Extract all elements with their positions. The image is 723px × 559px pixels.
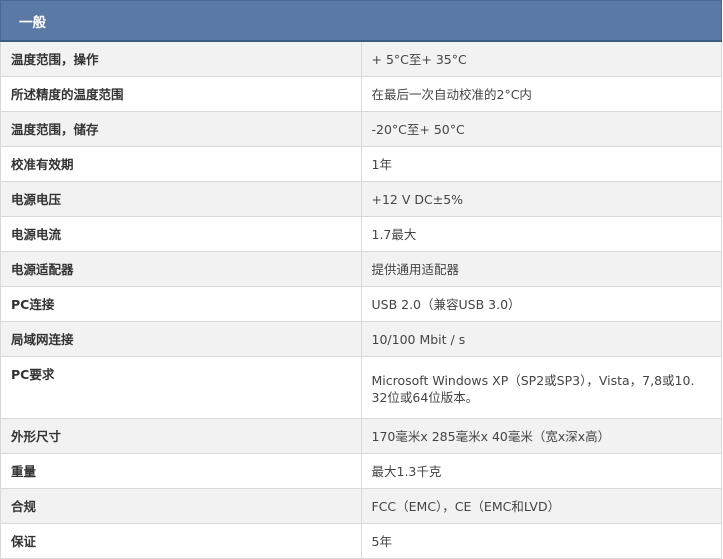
spec-row-storage-temp: 温度范围，储存 -20°C至+ 50°C [0, 111, 722, 147]
spec-value: USB 2.0（兼容USB 3.0） [360, 286, 722, 322]
spec-row-pc-connection: PC连接 USB 2.0（兼容USB 3.0） [0, 286, 722, 322]
spec-label: PC连接 [0, 286, 362, 322]
spec-value-line: Microsoft Windows XP（SP2或SP3），Vista，7,8或… [371, 372, 695, 388]
spec-row-lan-connection: 局域网连接 10/100 Mbit / s [0, 321, 722, 357]
spec-row-operating-temp: 温度范围，操作 + 5°C至+ 35°C [0, 40, 722, 77]
spec-label: 电源适配器 [0, 251, 362, 287]
spec-value: + 5°C至+ 35°C [360, 40, 722, 77]
spec-label: 电源电流 [0, 216, 362, 252]
spec-label: 温度范围，操作 [0, 40, 362, 77]
spec-row-compliance: 合规 FCC（EMC），CE（EMC和LVD） [0, 488, 722, 524]
spec-value: 1年 [360, 146, 722, 182]
section-title: 一般 [0, 0, 722, 42]
spec-label: 合规 [0, 488, 362, 524]
spec-table: 一般 温度范围，操作 + 5°C至+ 35°C 所述精度的温度范围 在最后一次自… [0, 0, 722, 559]
spec-value: 最大1.3千克 [360, 453, 722, 489]
spec-row-dimensions: 外形尺寸 170毫米x 285毫米x 40毫米（宽x深x高） [0, 418, 722, 454]
spec-row-power-adapter: 电源适配器 提供通用适配器 [0, 251, 722, 287]
spec-label: 校准有效期 [0, 146, 362, 182]
spec-value: 提供通用适配器 [360, 251, 722, 287]
spec-value-line: 32位或64位版本。 [371, 389, 479, 405]
spec-label: 电源电压 [0, 181, 362, 217]
spec-label: 局域网连接 [0, 321, 362, 357]
spec-row-supply-current: 电源电流 1.7最大 [0, 216, 722, 252]
spec-value: Microsoft Windows XP（SP2或SP3），Vista，7,8或… [360, 356, 722, 419]
spec-row-accuracy-temp: 所述精度的温度范围 在最后一次自动校准的2°C内 [0, 76, 722, 112]
spec-value: -20°C至+ 50°C [360, 111, 722, 147]
spec-row-supply-voltage: 电源电压 +12 V DC±5% [0, 181, 722, 217]
spec-value: FCC（EMC），CE（EMC和LVD） [360, 488, 722, 524]
spec-value: 在最后一次自动校准的2°C内 [360, 76, 722, 112]
spec-row-calibration: 校准有效期 1年 [0, 146, 722, 182]
spec-value: +12 V DC±5% [360, 181, 722, 217]
spec-value: 170毫米x 285毫米x 40毫米（宽x深x高） [360, 418, 722, 454]
spec-label: 温度范围，储存 [0, 111, 362, 147]
spec-value: 5年 [360, 523, 722, 559]
spec-value: 1.7最大 [360, 216, 722, 252]
spec-value: 10/100 Mbit / s [360, 321, 722, 357]
spec-label: 保证 [0, 523, 362, 559]
spec-row-warranty: 保证 5年 [0, 523, 722, 559]
spec-label: 外形尺寸 [0, 418, 362, 454]
spec-label: 重量 [0, 453, 362, 489]
spec-label: 所述精度的温度范围 [0, 76, 362, 112]
spec-row-pc-requirements: PC要求 Microsoft Windows XP（SP2或SP3），Vista… [0, 356, 722, 419]
spec-row-weight: 重量 最大1.3千克 [0, 453, 722, 489]
spec-label: PC要求 [0, 356, 362, 419]
table-header-row: 一般 [0, 0, 722, 42]
